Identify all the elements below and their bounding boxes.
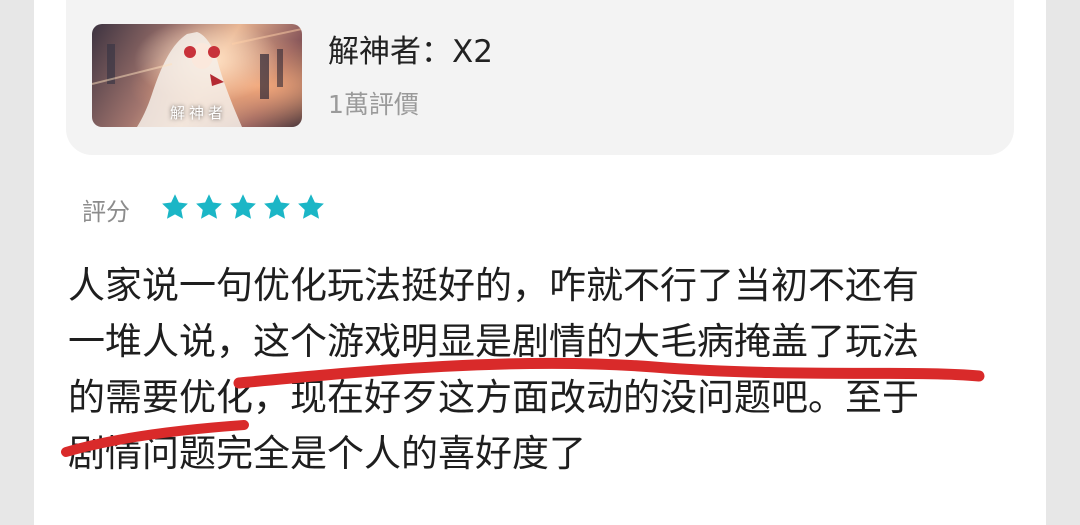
review-line: 的需要优化，现在好歹这方面改动的没问题吧。至于 xyxy=(68,376,919,419)
star-rating xyxy=(160,192,326,226)
review-line: 剧情问题完全是个人的喜好度了 xyxy=(68,432,586,475)
game-cover-image[interactable]: 解神者 xyxy=(92,24,302,127)
star-icon xyxy=(298,194,324,219)
star-icon xyxy=(230,194,256,219)
game-info-card[interactable]: 解神者 解神者：X2 1萬評價 xyxy=(66,0,1014,155)
game-title[interactable]: 解神者：X2 xyxy=(328,26,493,71)
rating-label: 評分 xyxy=(82,198,130,226)
review-body: 人家说一句优化玩法挺好的，咋就不行了当初不还有 一堆人说，这个游戏明显是剧情的大… xyxy=(68,258,998,482)
review-count: 1萬評價 xyxy=(328,90,419,119)
cover-logo-text: 解神者 xyxy=(170,104,228,122)
star-icon xyxy=(162,194,188,219)
star-icon xyxy=(264,194,290,219)
review-line: 一堆人说，这个游戏明显是剧情的大毛病掩盖了玩法 xyxy=(68,320,919,363)
star-icon xyxy=(196,194,222,219)
review-line: 人家说一句优化玩法挺好的，咋就不行了当初不还有 xyxy=(68,264,919,307)
review-page: 解神者 解神者：X2 1萬評價 評分 人家说一句优化玩法挺好的，咋就不行了当初不… xyxy=(34,0,1046,525)
